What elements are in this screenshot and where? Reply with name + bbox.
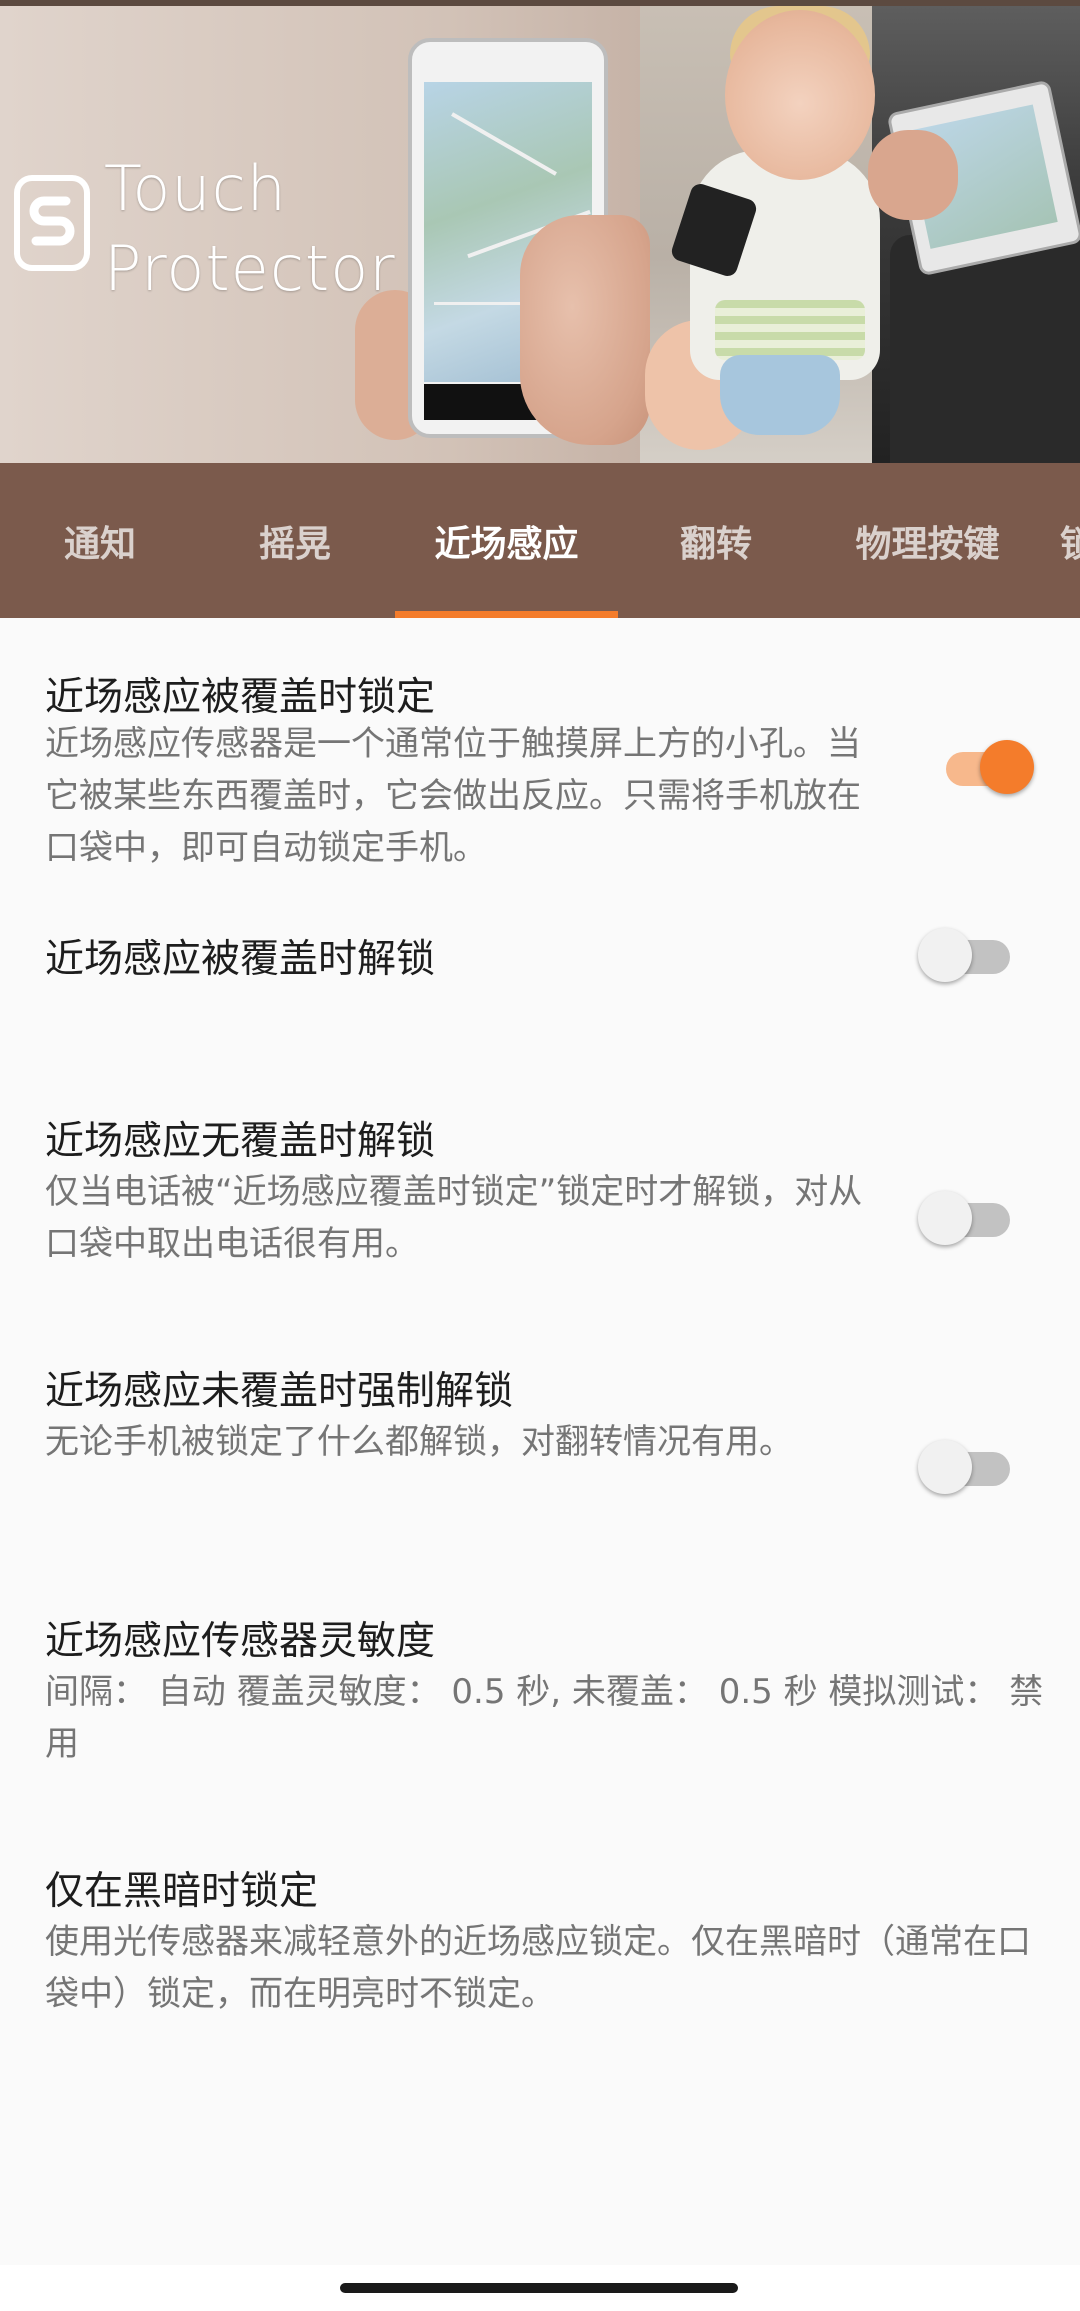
app-logo-text-line1: Touch xyxy=(104,152,287,225)
tab-hardware-keys[interactable]: 物理按键 xyxy=(830,463,1025,618)
setting-title: 近场感应被覆盖时解锁 xyxy=(45,937,436,982)
active-tab-indicator xyxy=(395,611,618,618)
setting-summary: 近场感应传感器是一个通常位于触摸屏上方的小孔。当它被某些东西覆盖时，它会做出反应… xyxy=(45,724,861,868)
setting-unlock-when-covered[interactable]: 近场感应被覆盖时解锁 xyxy=(0,878,1080,1008)
banner-hand xyxy=(520,215,650,445)
toggle-unlock-when-covered[interactable] xyxy=(918,928,1010,982)
setting-unlock-when-uncovered[interactable]: 近场感应无覆盖时解锁 仅当电话被“近场感应覆盖时锁定”锁定时才解锁，对从口袋中取… xyxy=(0,1018,1080,1264)
setting-force-unlock-when-uncovered[interactable]: 近场感应未覆盖时强制解锁 无论手机被锁定了什么都解锁，对翻转情况有用。 xyxy=(0,1268,1080,1508)
settings-list: 近场感应被覆盖时锁定 近场感应传感器是一个通常位于触摸屏上方的小孔。当它被某些东… xyxy=(0,618,1080,2311)
setting-lock-only-in-dark[interactable]: 仅在黑暗时锁定 使用光传感器来减轻意外的近场感应锁定。仅在黑暗时（通常在口袋中）… xyxy=(0,1768,1080,2014)
setting-lock-when-covered[interactable]: 近场感应被覆盖时锁定 近场感应传感器是一个通常位于触摸屏上方的小孔。当它被某些东… xyxy=(0,618,1080,878)
app-logo-text-line2: Protector xyxy=(104,232,396,305)
tab-proximity[interactable]: 近场感应 xyxy=(395,463,618,618)
toggle-force-unlock-when-uncovered[interactable] xyxy=(918,1440,1010,1494)
setting-summary: 无论手机被锁定了什么都解锁，对翻转情况有用。 xyxy=(45,1422,793,1462)
setting-summary: 间隔： 自动 覆盖灵敏度： 0.5 秒, 未覆盖： 0.5 秒 模拟测试： 禁用 xyxy=(45,1672,1044,1764)
setting-title: 近场感应被覆盖时锁定 xyxy=(45,675,436,720)
setting-title: 仅在黑暗时锁定 xyxy=(45,1869,319,1914)
tab-lock-partial[interactable]: 锁 xyxy=(1060,463,1080,618)
toggle-unlock-when-uncovered[interactable] xyxy=(918,1191,1010,1245)
toggle-lock-when-covered[interactable] xyxy=(938,740,1034,794)
app-logo-icon xyxy=(14,175,90,271)
setting-proximity-sensitivity[interactable]: 近场感应传感器灵敏度 间隔： 自动 覆盖灵敏度： 0.5 秒, 未覆盖： 0.5… xyxy=(0,1518,1080,1764)
setting-summary: 使用光传感器来减轻意外的近场感应锁定。仅在黑暗时（通常在口袋中）锁定，而在明亮时… xyxy=(45,1922,1031,2014)
tab-bar: 通知 摇晃 近场感应 翻转 物理按键 锁 xyxy=(0,463,1080,618)
tab-shake[interactable]: 摇晃 xyxy=(215,463,375,618)
tab-flip[interactable]: 翻转 xyxy=(636,463,796,618)
setting-title: 近场感应无覆盖时解锁 xyxy=(45,1119,436,1164)
setting-title: 近场感应未覆盖时强制解锁 xyxy=(45,1369,514,1414)
home-indicator[interactable] xyxy=(340,2283,738,2293)
header-banner: Touch Protector xyxy=(0,0,1080,463)
setting-title: 近场感应传感器灵敏度 xyxy=(45,1619,436,1664)
tab-notification[interactable]: 通知 xyxy=(20,463,180,618)
setting-summary: 仅当电话被“近场感应覆盖时锁定”锁定时才解锁，对从口袋中取出电话很有用。 xyxy=(45,1172,863,1264)
